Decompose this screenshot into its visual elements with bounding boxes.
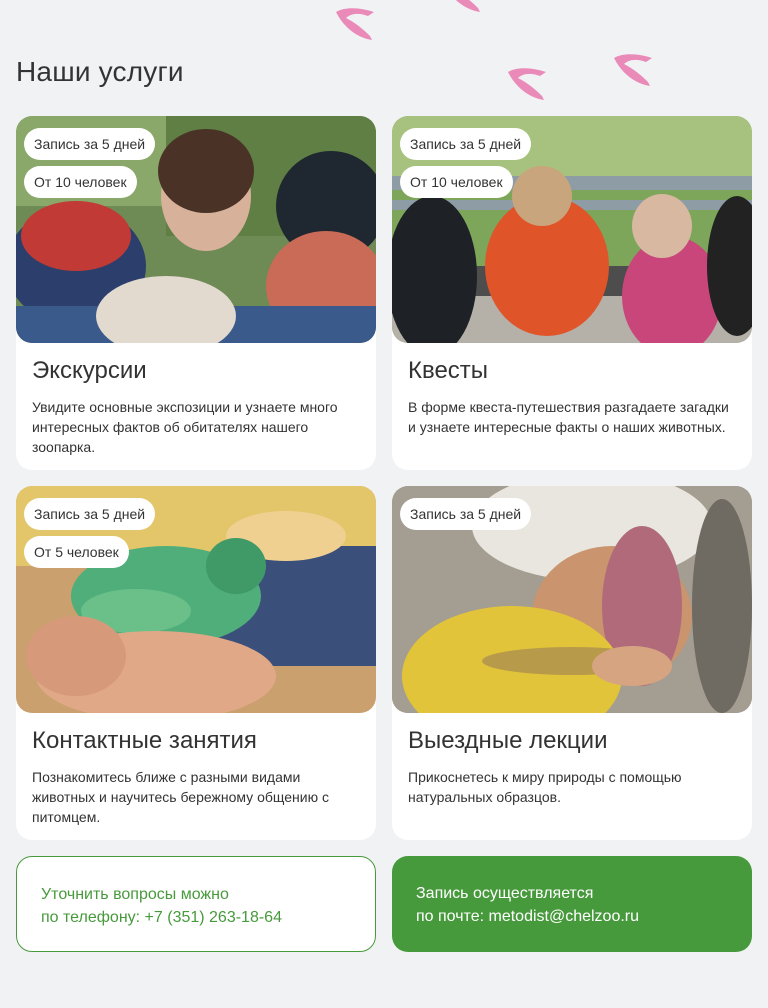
booking-tag: Запись за 5 дней bbox=[24, 128, 156, 160]
phone-info-line: Уточнить вопросы можно bbox=[41, 886, 229, 903]
booking-tag: Запись за 5 дней bbox=[24, 498, 156, 530]
service-title: Контактные занятия bbox=[32, 727, 257, 754]
service-description: Познакомитесь ближе с разными видами жив… bbox=[32, 769, 329, 825]
service-tags: Запись за 5 дней От 10 человек bbox=[24, 128, 156, 198]
service-description: В форме квеста-путешествия разгадаете за… bbox=[408, 399, 729, 435]
paw-print-icon bbox=[440, 0, 486, 16]
email-link[interactable]: по почте: metodist@chelzoo.ru bbox=[416, 905, 728, 928]
group-size-tag: От 5 человек bbox=[24, 536, 129, 568]
booking-tag: Запись за 5 дней bbox=[400, 128, 532, 160]
contact-info-row: Уточнить вопросы можно по телефону: +7 (… bbox=[16, 856, 752, 952]
service-card-outreach-lectures[interactable]: Запись за 5 дней Выездные лекции Прикосн… bbox=[392, 486, 752, 840]
service-photo: Запись за 5 дней От 10 человек bbox=[392, 116, 752, 343]
service-photo: Запись за 5 дней От 5 человек bbox=[16, 486, 376, 713]
paw-print-icon bbox=[504, 64, 550, 104]
services-page: Наши услуги Запись за 5 дней От 10 челов… bbox=[0, 0, 768, 1008]
paw-print-icon bbox=[610, 50, 656, 90]
section-title: Наши услуги bbox=[16, 56, 184, 87]
phone-info-box: Уточнить вопросы можно по телефону: +7 (… bbox=[16, 856, 376, 952]
service-title: Квесты bbox=[408, 357, 489, 384]
service-card-contact-classes[interactable]: Запись за 5 дней От 5 человек Контактные… bbox=[16, 486, 376, 840]
service-card-excursions[interactable]: Запись за 5 дней От 10 человек Экскурсии… bbox=[16, 116, 376, 470]
service-title: Выездные лекции bbox=[408, 727, 608, 754]
service-tags: Запись за 5 дней От 5 человек bbox=[24, 498, 156, 568]
service-card-quests[interactable]: Запись за 5 дней От 10 человек Квесты В … bbox=[392, 116, 752, 470]
paw-print-icon bbox=[332, 4, 378, 44]
service-description: Увидите основные экспозиции и узнаете мн… bbox=[32, 399, 338, 455]
service-description: Прикоснетесь к миру природы с помощью на… bbox=[408, 769, 682, 805]
service-photo: Запись за 5 дней От 10 человек bbox=[16, 116, 376, 343]
email-info-box: Запись осуществляется по почте: metodist… bbox=[392, 856, 752, 952]
service-tags: Запись за 5 дней От 10 человек bbox=[400, 128, 532, 198]
group-size-tag: От 10 человек bbox=[24, 166, 137, 198]
phone-number-link[interactable]: по телефону: +7 (351) 263-18-64 bbox=[41, 906, 351, 929]
service-photo: Запись за 5 дней bbox=[392, 486, 752, 713]
email-info-line: Запись осуществляется bbox=[416, 885, 594, 902]
services-grid: Запись за 5 дней От 10 человек Экскурсии… bbox=[16, 116, 752, 840]
service-tags: Запись за 5 дней bbox=[400, 498, 532, 530]
service-title: Экскурсии bbox=[32, 357, 147, 384]
group-size-tag: От 10 человек bbox=[400, 166, 513, 198]
booking-tag: Запись за 5 дней bbox=[400, 498, 532, 530]
